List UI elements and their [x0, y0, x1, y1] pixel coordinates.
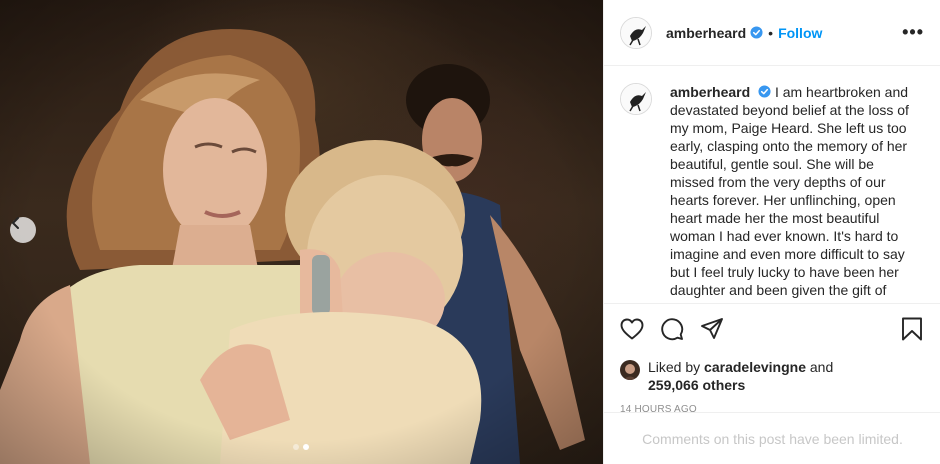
caption-avatar[interactable] — [620, 83, 652, 115]
liker-avatar[interactable] — [620, 360, 640, 380]
save-button[interactable] — [901, 314, 925, 344]
liked-by-label: Liked by — [648, 359, 701, 375]
header-separator: • — [768, 24, 774, 41]
caption-username[interactable]: amberheard — [670, 84, 750, 100]
post-actions: Liked by caradelevingne and 259,066 othe… — [604, 303, 940, 415]
post-header: amberheard • Follow ••• — [604, 0, 940, 66]
likes-text: Liked by caradelevingne and 259,066 othe… — [648, 358, 833, 394]
heart-icon — [620, 318, 644, 340]
post-photo[interactable] — [0, 0, 603, 464]
caption-section: amberheard I am heartbroken and devastat… — [604, 67, 940, 303]
liker-username[interactable]: caradelevingne — [704, 359, 806, 375]
avatar-image — [621, 84, 651, 114]
comment-icon — [661, 318, 684, 341]
verified-badge-icon — [750, 26, 763, 39]
chevron-left-icon — [11, 217, 19, 229]
likes-and-label: and — [809, 359, 834, 375]
bookmark-icon — [902, 317, 922, 341]
share-icon — [701, 318, 723, 339]
caption-body: I am heartbroken and devastated beyond b… — [670, 84, 909, 298]
avatar-image — [621, 17, 651, 48]
avatar[interactable] — [620, 16, 652, 49]
likes-summary: Liked by caradelevingne and 259,066 othe… — [620, 358, 925, 394]
post-side-panel: amberheard • Follow ••• amberheard I am … — [603, 0, 940, 464]
comment-button[interactable] — [660, 314, 700, 344]
carousel-prev-button[interactable] — [10, 217, 36, 243]
carousel-dots — [293, 444, 309, 450]
caption-row: amberheard I am heartbroken and devastat… — [620, 83, 925, 299]
like-button[interactable] — [620, 314, 660, 344]
comments-limited-notice: Comments on this post have been limited. — [604, 412, 940, 464]
carousel-dot — [293, 444, 299, 450]
ellipsis-icon[interactable]: ••• — [902, 22, 924, 43]
header-username[interactable]: amberheard — [666, 25, 746, 41]
action-icons — [620, 314, 925, 344]
caption-text-block: amberheard I am heartbroken and devastat… — [670, 83, 910, 299]
carousel-dot-active — [303, 444, 309, 450]
avatar-image — [620, 360, 640, 380]
share-button[interactable] — [700, 314, 740, 344]
verified-badge-icon — [758, 85, 771, 98]
photo-illustration — [0, 0, 603, 464]
follow-button[interactable]: Follow — [778, 25, 822, 41]
likes-count[interactable]: 259,066 others — [648, 377, 745, 393]
